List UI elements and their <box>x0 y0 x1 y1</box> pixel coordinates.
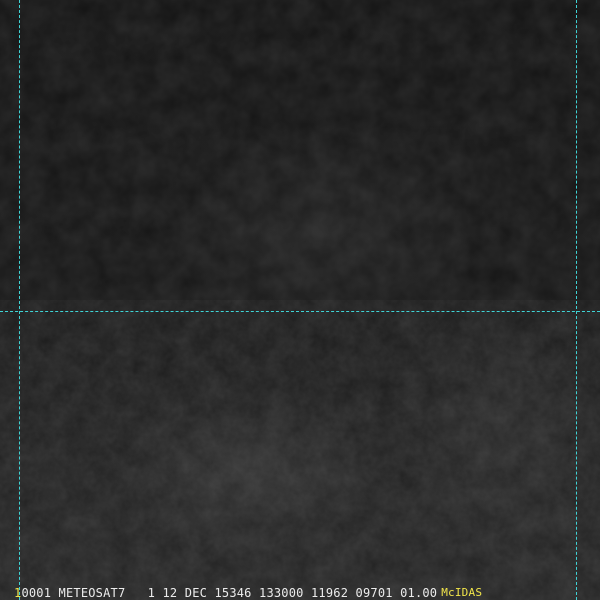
mcidas-label: McIDAS <box>441 586 483 599</box>
longitude-grid-line-right <box>576 0 577 600</box>
longitude-grid-line-left <box>19 0 20 600</box>
satellite-image-viewer: 1 0001 METEOSAT7 1 12 DEC 15346 133000 11… <box>0 0 600 600</box>
frame-number: 1 <box>14 586 22 600</box>
image-status-bar: 1 0001 METEOSAT7 1 12 DEC 15346 133000 11… <box>0 586 600 600</box>
latitude-grid-line <box>0 311 600 312</box>
satellite-imagery <box>0 0 600 600</box>
image-info-text: 0001 METEOSAT7 1 12 DEC 15346 133000 119… <box>21 586 438 600</box>
